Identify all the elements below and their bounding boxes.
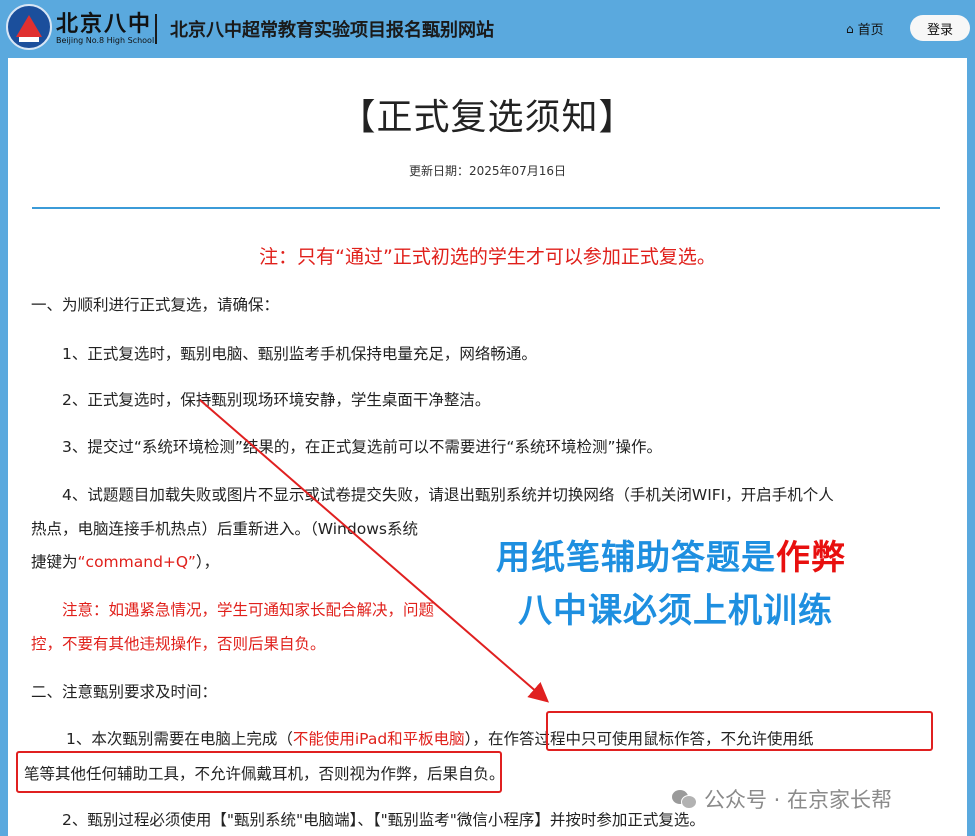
watermark: 公众号 · 在京家长帮 (672, 784, 892, 814)
site-title: 北京八中超常教育实验项目报名甄别网站 (170, 20, 494, 41)
update-date: 更新日期：2025年07月16日 (408, 164, 567, 178)
overlay-caption-line-1: 用纸笔辅助答题是作弊 (496, 530, 846, 579)
login-button[interactable]: 登录 (910, 15, 970, 41)
section-1-item-4-line-2: 热点，电脑连接手机热点）后重新进入。（Windows系统 (31, 520, 418, 538)
highlight-box-mouse-only (546, 711, 933, 751)
item-1-lead: 1、本次甄别需要在电脑上完成（ (66, 730, 293, 748)
item-1-paren: ）， (464, 730, 488, 748)
section-1-item-2: 2、正式复选时，保持甄别现场环境安静，学生桌面干净整洁。 (62, 391, 491, 409)
wechat-icon (672, 788, 698, 810)
eligibility-notice: 注：只有“通过”正式初选的学生才可以参加正式复选。 (259, 246, 716, 268)
nav-home-link[interactable]: ⌂ 首页 (846, 19, 884, 39)
section-2-heading: 二、注意甄别要求及时间： (31, 683, 218, 701)
nav-home-label: 首页 (857, 23, 884, 38)
section-1-item-4-line-1: 4、试题题目加载失败或图片不显示或试卷提交失败，请退出甄别系统并切换网络（手机关… (62, 486, 834, 504)
home-icon: ⌂ (846, 21, 854, 36)
shortcut-suffix: ）， (195, 553, 220, 571)
warning-line-2: 控，不要有其他违规操作，否则后果自负。 (31, 635, 326, 653)
header-divider (155, 14, 157, 44)
shortcut-prefix: 捷键为 (31, 553, 78, 571)
school-emblem-icon[interactable] (6, 4, 52, 50)
site-header: 北京八中 Beijing No.8 High School 北京八中超常教育实验… (0, 0, 975, 58)
warning-line-1: 注意：如遇紧急情况，学生可通知家长配合解决，问题 (62, 601, 435, 619)
overlay-caption-blue: 用纸笔辅助答题是 (496, 538, 776, 578)
section-1-heading: 一、为顺利进行正式复选，请确保： (31, 296, 280, 314)
no-ipad-text: 不能使用iPad和平板电脑 (292, 730, 465, 748)
section-1-item-4-line-3: 捷键为“command+Q”）， (31, 550, 219, 572)
logo-english-text: Beijing No.8 High School (56, 36, 155, 45)
section-2-item-2: 2、甄别过程必须使用【"甄别系统"电脑端】、【"甄别监考"微信小程序】并按时参加… (62, 811, 705, 829)
section-1-item-3: 3、提交过“系统环境检测”结果的，在正式复选前可以不需要进行“系统环境检测”操作… (62, 438, 662, 456)
watermark-text: 公众号 · 在京家长帮 (704, 788, 893, 812)
overlay-caption-red: 作弊 (776, 538, 846, 578)
section-1-item-1: 1、正式复选时，甄别电脑、甄别监考手机保持电量充足，网络畅通。 (62, 345, 537, 363)
highlight-box-no-aids (16, 751, 502, 793)
article-panel: 【正式复选须知】 更新日期：2025年07月16日 注：只有“通过”正式初选的学… (8, 58, 967, 836)
shortcut-keys: “command+Q” (77, 553, 196, 571)
title-divider (32, 207, 940, 209)
logo-chinese-text[interactable]: 北京八中 (56, 6, 152, 38)
overlay-caption-line-2: 八中课必须上机训练 (518, 591, 833, 631)
page-title: 【正式复选须知】 (339, 97, 636, 138)
